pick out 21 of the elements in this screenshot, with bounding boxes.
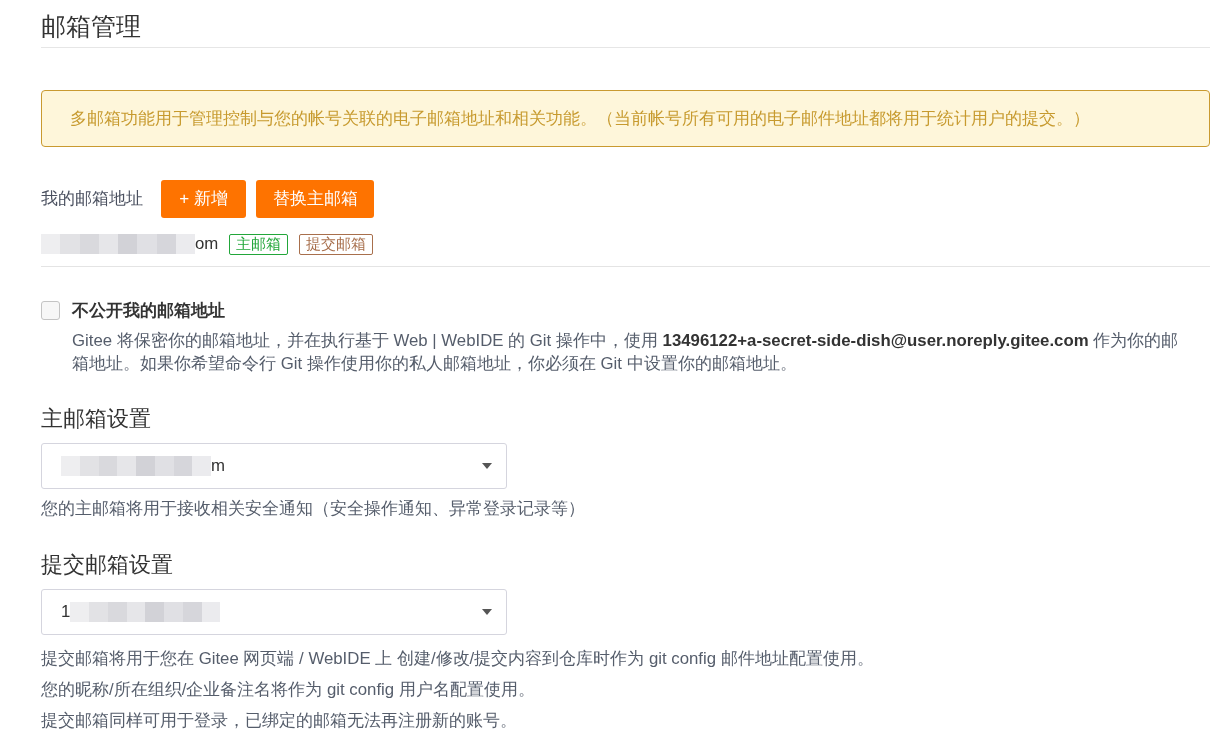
checkbox-label: 不公开我的邮箱地址 [72, 300, 225, 322]
caret-icon [482, 608, 492, 615]
help-text: 提交邮箱将用于您在 Gitee 网页端 / WebIDE 上 创建/修改/提交内容到仓库时作为 git config 邮件地址配置使用。 [41, 647, 875, 670]
section-heading: 提交邮箱设置 [41, 550, 173, 579]
email-select[interactable]: 1 [41, 588, 507, 635]
email-fragment: om [195, 233, 219, 256]
help-text: 您的主邮箱将用于接收相关安全通知（安全操作通知、异常登录记录等） [41, 497, 586, 520]
alert-text: 多邮箱功能用于管理控制与您的帐号关联的电子邮箱地址和相关功能。（当前帐号所有可用的电子邮件地址都将用于统计用户的提交。） [70, 107, 1090, 130]
page-title: 邮箱管理 [41, 11, 141, 41]
email-fragment: 1 [61, 600, 71, 623]
email-select[interactable]: m [41, 442, 507, 489]
field-label: 我的邮箱地址 [41, 188, 144, 211]
help-text: 提交邮箱同样可用于登录，已绑定的邮箱无法再注册新的账号。 [41, 709, 518, 732]
email-tag: 提交邮箱 [299, 233, 374, 255]
help-text: 您的昵称/所在组织/企业备注名将作为 git config 用户名配置使用。 [41, 678, 536, 701]
privacy-checkbox[interactable] [41, 301, 60, 321]
email-fragment: m [211, 454, 225, 477]
email-tag: 主邮箱 [229, 233, 289, 255]
privacy-description: Gitee 将保密你的邮箱地址，并在执行基于 Web | WebIDE 的 Git 操作中，使用 13496122+a-secret-side-dish@user.noreply.gitee.com 作为你的邮箱地址。如果你希望命令行 Git 操作使用你的私人邮箱地址，你必须在 Git 中设置你的邮箱地址。 [72, 329, 1180, 375]
caret-icon [482, 462, 492, 469]
section-heading: 主邮箱设置 [41, 404, 151, 433]
